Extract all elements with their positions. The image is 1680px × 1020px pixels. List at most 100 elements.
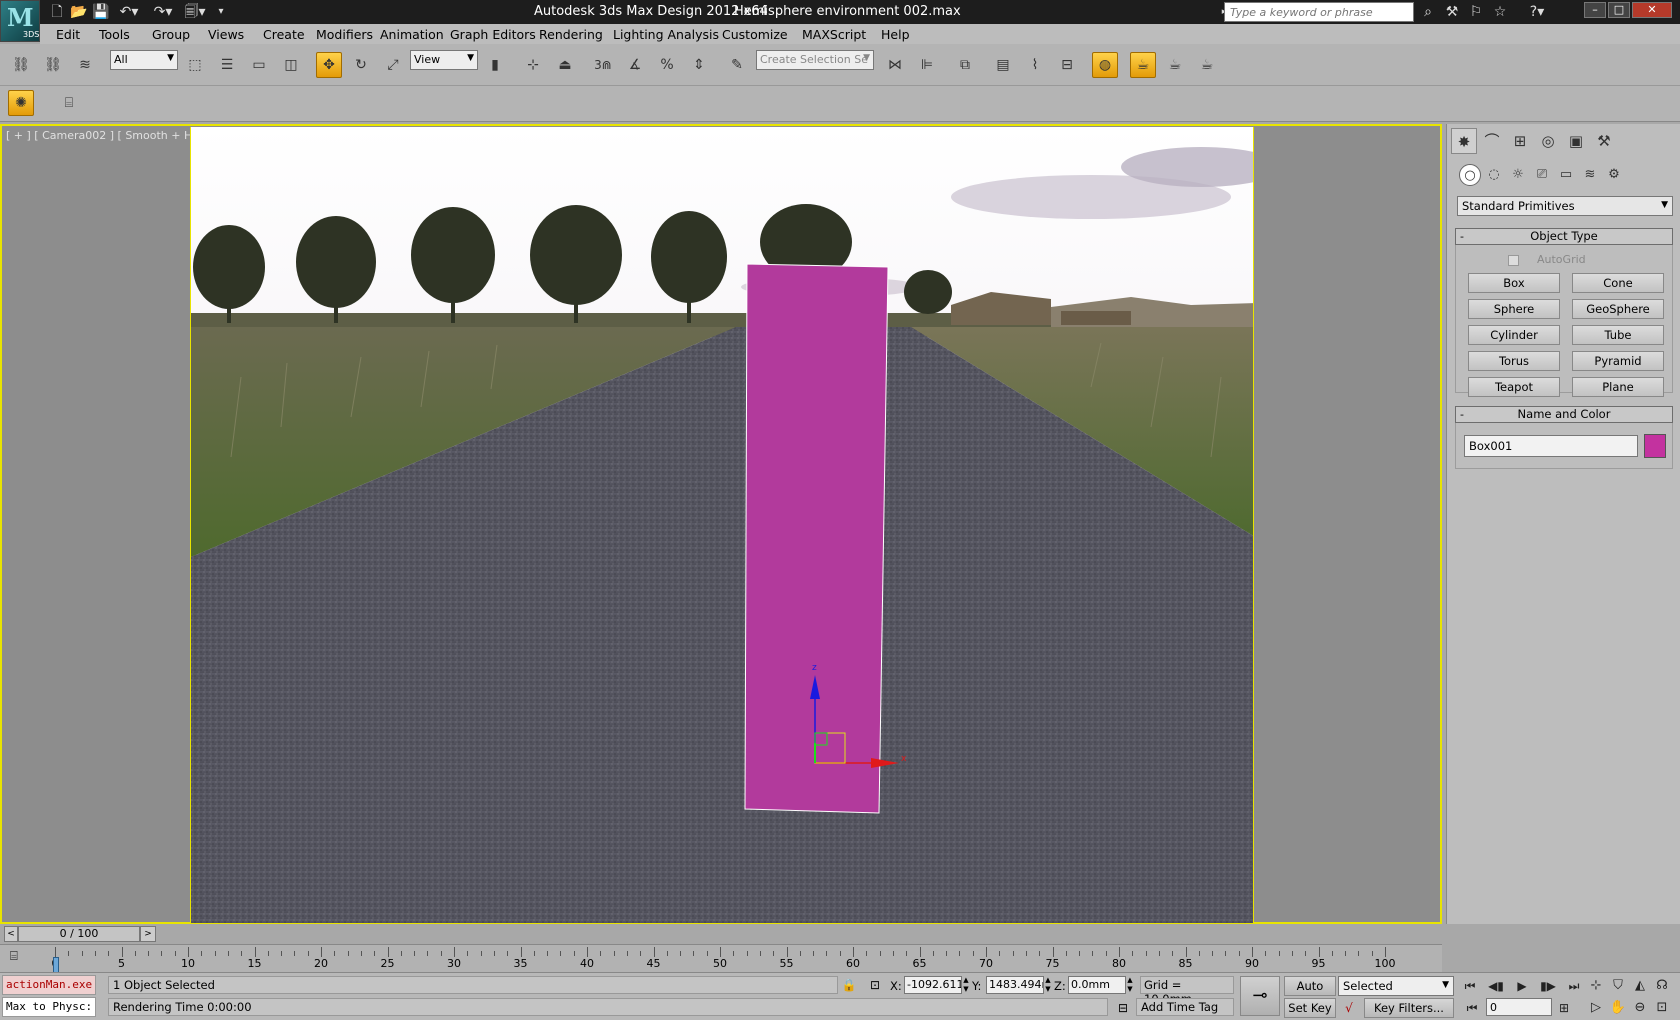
modify-tab-icon[interactable]: ⌒ xyxy=(1479,128,1505,154)
edit-named-selection-icon[interactable]: ✎ xyxy=(724,52,750,78)
z-spinner[interactable]: ▲ ▼ xyxy=(1126,976,1134,994)
truck-camera-icon[interactable]: ✋ xyxy=(1608,998,1628,1018)
z-coordinate-field[interactable]: 0.0mm xyxy=(1068,976,1126,994)
absolute-mode-icon[interactable]: ⊡ xyxy=(866,976,884,994)
select-by-name-icon[interactable]: ☰ xyxy=(214,52,240,78)
time-configuration-icon[interactable]: ⊞ xyxy=(1554,998,1574,1018)
menu-modifiers[interactable]: Modifiers xyxy=(316,27,373,42)
named-selection-sets-dropdown[interactable]: Create Selection Se ▼ xyxy=(756,50,874,70)
pivot-center-icon[interactable]: ▮ xyxy=(482,52,508,78)
plane-button[interactable]: Plane xyxy=(1572,377,1664,397)
key-filters-button[interactable]: Key Filters... xyxy=(1364,998,1454,1018)
save-file-icon[interactable]: 💾 xyxy=(92,3,110,21)
render-setup-icon[interactable]: ☕ xyxy=(1130,52,1156,78)
next-frame-icon[interactable]: ▮▶ xyxy=(1536,976,1560,996)
rendered-frame-window-icon[interactable]: ☕ xyxy=(1162,52,1188,78)
select-object-icon[interactable]: ⬚ xyxy=(182,52,208,78)
x-coordinate-field[interactable]: -1092.611 xyxy=(904,976,962,994)
spinner-snap-icon[interactable]: ⇕ xyxy=(686,52,712,78)
orbit-camera-icon[interactable]: ☊ xyxy=(1652,976,1672,996)
select-and-manipulate-icon[interactable]: ⊹ xyxy=(520,52,546,78)
pyramid-button[interactable]: Pyramid xyxy=(1572,351,1664,371)
box-button[interactable]: Box xyxy=(1468,273,1560,293)
maxscript-listener-input[interactable]: Max to Physc: xyxy=(2,997,96,1017)
menu-animation[interactable]: Animation xyxy=(380,27,444,42)
new-file-icon[interactable]: 🗋 xyxy=(48,3,66,21)
reference-coordinate-dropdown[interactable]: View ▼ xyxy=(410,50,478,70)
current-frame-field[interactable] xyxy=(1486,998,1552,1016)
time-slider-thumb[interactable]: 0 / 100 xyxy=(18,926,140,942)
mirror-icon[interactable]: ⋈ xyxy=(882,52,908,78)
close-button[interactable]: ✕ xyxy=(1632,2,1672,18)
favorites-star-icon[interactable]: ☆ xyxy=(1490,3,1510,21)
redo-icon[interactable]: ↷▾ xyxy=(150,3,176,21)
cylinder-button[interactable]: Cylinder xyxy=(1468,325,1560,345)
snaps-toggle-icon[interactable]: 3⋒ xyxy=(590,52,616,78)
open-file-icon[interactable]: 📂 xyxy=(70,3,88,21)
rectangular-selection-icon[interactable]: ▭ xyxy=(246,52,272,78)
select-and-move-icon[interactable]: ✥ xyxy=(316,52,342,78)
zoom-all-icon[interactable]: ⛉ xyxy=(1608,976,1628,996)
menu-help[interactable]: Help xyxy=(881,27,910,42)
layer-manager-icon[interactable]: ⧉ xyxy=(952,52,978,78)
minimize-button[interactable]: – xyxy=(1584,2,1606,18)
selection-lock-icon[interactable]: 🔒 xyxy=(840,976,858,994)
sun-positioner-icon[interactable]: ✺ xyxy=(8,90,34,116)
bind-to-space-warp-icon[interactable]: ≋ xyxy=(72,52,98,78)
y-coordinate-field[interactable]: 1483.494m xyxy=(986,976,1044,994)
select-and-link-icon[interactable]: ⛓ xyxy=(8,52,34,78)
render-production-icon[interactable]: ☕ xyxy=(1194,52,1220,78)
maximize-button[interactable]: □ xyxy=(1608,2,1630,18)
curve-editor-icon[interactable]: ⌇ xyxy=(1022,52,1048,78)
binoculars-icon[interactable]: ⌕ xyxy=(1418,3,1438,21)
maxscript-listener-output[interactable]: actionMan.exe xyxy=(2,975,96,995)
create-tab-icon[interactable]: ✸ xyxy=(1451,128,1477,154)
shapes-category-icon[interactable]: ◌ xyxy=(1483,164,1505,186)
next-frame-arrow[interactable]: > xyxy=(140,926,156,942)
set-key-button[interactable]: Set Key xyxy=(1284,998,1336,1018)
field-of-view-icon[interactable]: ◭ xyxy=(1630,976,1650,996)
object-color-swatch[interactable] xyxy=(1644,434,1666,458)
schematic-view-icon[interactable]: ⊟ xyxy=(1054,52,1080,78)
track-bar-ruler[interactable]: 0510152025303540455055606570758085909510… xyxy=(52,945,1396,973)
go-to-start-icon[interactable]: ⏮ xyxy=(1458,976,1482,996)
current-frame-marker[interactable] xyxy=(53,957,59,973)
viewport[interactable]: [ + ] [ Camera002 ] [ Smooth + Highlight… xyxy=(0,124,1442,924)
menu-tools[interactable]: Tools xyxy=(99,27,130,42)
cone-button[interactable]: Cone xyxy=(1572,273,1664,293)
teapot-button[interactable]: Teapot xyxy=(1468,377,1560,397)
application-menu-button[interactable]: M 3DS xyxy=(0,0,40,42)
menu-rendering[interactable]: Rendering xyxy=(539,27,603,42)
window-crossing-icon[interactable]: ◫ xyxy=(278,52,304,78)
select-and-rotate-icon[interactable]: ↻ xyxy=(348,52,374,78)
x-spinner[interactable]: ▲ ▼ xyxy=(962,976,970,994)
go-to-end-icon[interactable]: ⏭ xyxy=(1562,976,1586,996)
sphere-button[interactable]: Sphere xyxy=(1468,299,1560,319)
unlink-selection-icon[interactable]: ⛓ xyxy=(40,52,66,78)
torus-button[interactable]: Torus xyxy=(1468,351,1560,371)
menu-views[interactable]: Views xyxy=(208,27,244,42)
menu-graph-editors[interactable]: Graph Editors xyxy=(450,27,536,42)
play-icon[interactable]: ▶ xyxy=(1510,976,1534,996)
track-bar[interactable]: ⌸ 05101520253035404550556065707580859095… xyxy=(0,944,1442,973)
angle-snap-icon[interactable]: ∡ xyxy=(622,52,648,78)
utilities-tab-icon[interactable]: ⚒ xyxy=(1591,128,1617,154)
menu-group[interactable]: Group xyxy=(152,27,190,42)
search-input[interactable] xyxy=(1224,2,1414,22)
space-warps-category-icon[interactable]: ≋ xyxy=(1579,164,1601,186)
roll-camera-icon[interactable]: ⊖ xyxy=(1630,998,1650,1018)
scene-explorer-icon[interactable]: ⌸ xyxy=(56,90,82,116)
subscription-center-icon[interactable]: ⚒ xyxy=(1442,3,1462,21)
menu-maxscript[interactable]: MAXScript xyxy=(802,27,866,42)
time-tag-icon[interactable]: ⊟ xyxy=(1114,999,1132,1017)
previous-frame-arrow[interactable]: < xyxy=(4,926,18,942)
menu-customize[interactable]: Customize xyxy=(722,27,788,42)
systems-category-icon[interactable]: ⚙ xyxy=(1603,164,1625,186)
percent-snap-icon[interactable]: % xyxy=(654,52,680,78)
menu-lighting-analysis[interactable]: Lighting Analysis xyxy=(613,27,719,42)
open-mini-curve-editor-icon[interactable]: ⌸ xyxy=(10,949,32,969)
graphite-modeling-tools-icon[interactable]: ▤ xyxy=(990,52,1016,78)
motion-tab-icon[interactable]: ◎ xyxy=(1535,128,1561,154)
auto-key-button[interactable]: Auto Key xyxy=(1284,976,1336,1011)
default-in-out-tangent-icon[interactable]: √ xyxy=(1340,999,1358,1017)
